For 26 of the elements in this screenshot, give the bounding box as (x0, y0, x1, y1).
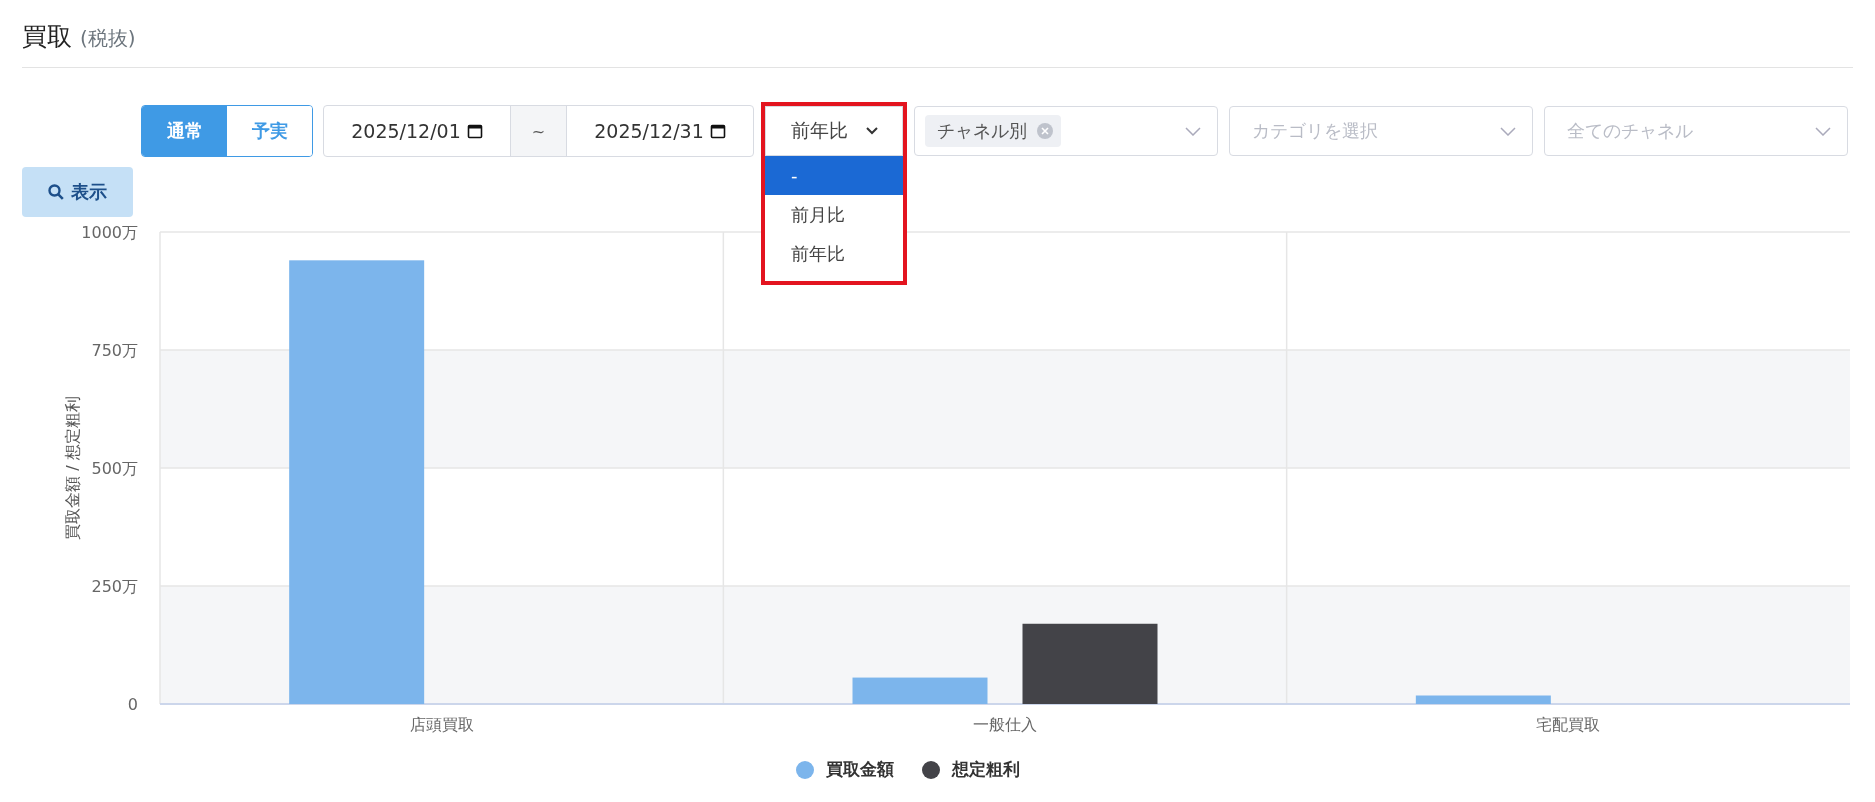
y-tick-label: 1000万 (81, 224, 138, 242)
tag-label: チャネル別 (937, 119, 1027, 143)
remove-icon[interactable] (1037, 123, 1053, 139)
x-tick-label: 一般仕入 (973, 715, 1037, 734)
dropdown-option[interactable]: - (765, 156, 903, 195)
chevron-down-icon (1500, 126, 1516, 136)
y-tick-label: 0 (127, 695, 138, 714)
dropdown-option[interactable]: 前月比 (765, 195, 903, 234)
y-tick-label: 250万 (91, 577, 138, 596)
dropdown-option[interactable]: 前年比 (765, 234, 903, 273)
legend-label[interactable]: 買取金額 (825, 758, 894, 781)
chevron-down-icon (1185, 126, 1201, 136)
page-subtitle: (税抜) (80, 25, 136, 52)
y-tick-label: 750万 (91, 341, 138, 360)
x-tick-label: 店頭買取 (409, 715, 474, 734)
chevron-down-icon (865, 127, 878, 135)
channel-select[interactable]: チャネル別 (914, 106, 1218, 156)
comparison-select[interactable]: 前年比 (765, 106, 903, 156)
x-tick-label: 宅配買取 (1536, 715, 1601, 734)
show-button[interactable]: 表示 (22, 167, 133, 217)
y-axis-title: 買取金額 / 想定粗利 (63, 396, 82, 540)
y-tick-label: 500万 (91, 459, 138, 478)
chevron-down-icon (1815, 126, 1831, 136)
search-icon (48, 184, 64, 200)
page-title: 買取 (22, 21, 72, 53)
legend-label[interactable]: 想定粗利 (951, 758, 1020, 781)
